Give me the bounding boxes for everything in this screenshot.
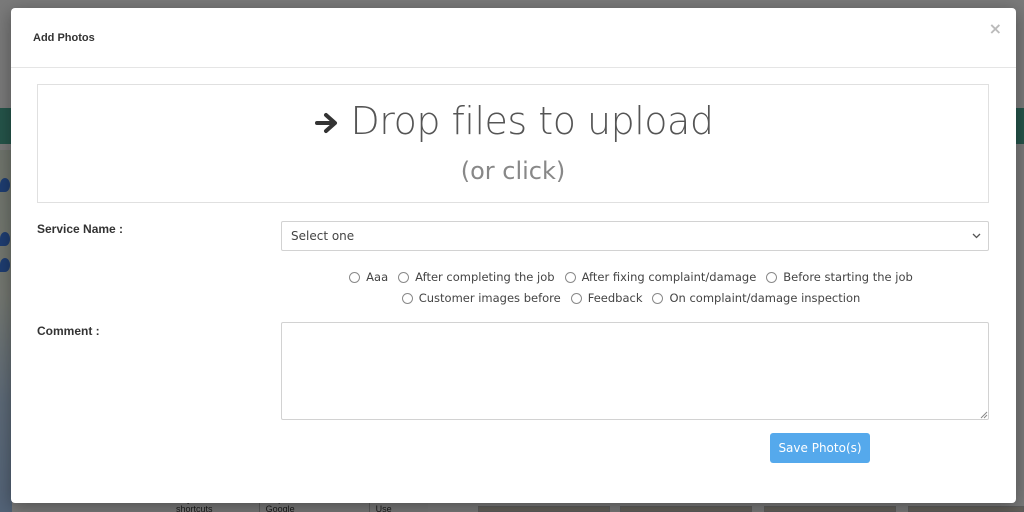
radio-button[interactable]: [398, 271, 410, 283]
radio-option-complaint-inspection[interactable]: On complaint/damage inspection: [652, 291, 860, 305]
radio-option-aaa[interactable]: Aaa: [349, 270, 388, 284]
modal-title: Add Photos: [33, 31, 95, 44]
radio-option-after-fixing[interactable]: After fixing complaint/damage: [564, 270, 757, 284]
arrow-right-icon: [314, 113, 337, 133]
radio-button[interactable]: [766, 271, 778, 283]
modal-header: Add Photos ×: [11, 8, 1016, 68]
service-name-label: Service Name :: [37, 222, 124, 236]
radio-option-customer-images[interactable]: Customer images before: [401, 291, 561, 305]
radio-label: Aaa: [366, 270, 389, 284]
radio-label: Feedback: [587, 291, 643, 305]
dropzone-subtext: (or click): [460, 157, 566, 185]
comment-label: Comment :: [37, 324, 100, 338]
radio-label: After fixing complaint/damage: [581, 270, 757, 284]
save-photos-button[interactable]: Save Photo(s): [770, 433, 870, 463]
file-dropzone[interactable]: Drop files to upload (or click): [37, 84, 989, 203]
radio-option-feedback[interactable]: Feedback: [570, 291, 643, 305]
radio-option-after-completing[interactable]: After completing the job: [398, 270, 555, 284]
radio-button[interactable]: [349, 271, 361, 283]
chevron-down-icon: [972, 233, 981, 239]
radio-button[interactable]: [652, 292, 664, 304]
service-name-select[interactable]: Select one: [281, 221, 989, 251]
radio-button[interactable]: [401, 292, 413, 304]
radio-button[interactable]: [564, 271, 576, 283]
dropzone-main: Drop files to upload: [38, 99, 988, 143]
radio-label: After completing the job: [415, 270, 555, 284]
radio-label: Before starting the job: [783, 270, 913, 284]
add-photos-modal: Add Photos × Drop files to upload (or cl…: [11, 8, 1016, 503]
radio-label: On complaint/damage inspection: [669, 291, 861, 305]
radio-option-before-starting[interactable]: Before starting the job: [766, 270, 913, 284]
service-radio-group: Aaa After completing the job After fixin…: [281, 270, 981, 305]
service-select-value: Select one: [291, 229, 355, 243]
radio-label: Customer images before: [418, 291, 561, 305]
radio-button[interactable]: [570, 292, 582, 304]
comment-textarea[interactable]: [281, 322, 989, 420]
resize-grip-icon[interactable]: [979, 410, 988, 419]
close-button[interactable]: ×: [989, 21, 1002, 37]
dropzone-text: Drop files to upload: [350, 99, 714, 143]
